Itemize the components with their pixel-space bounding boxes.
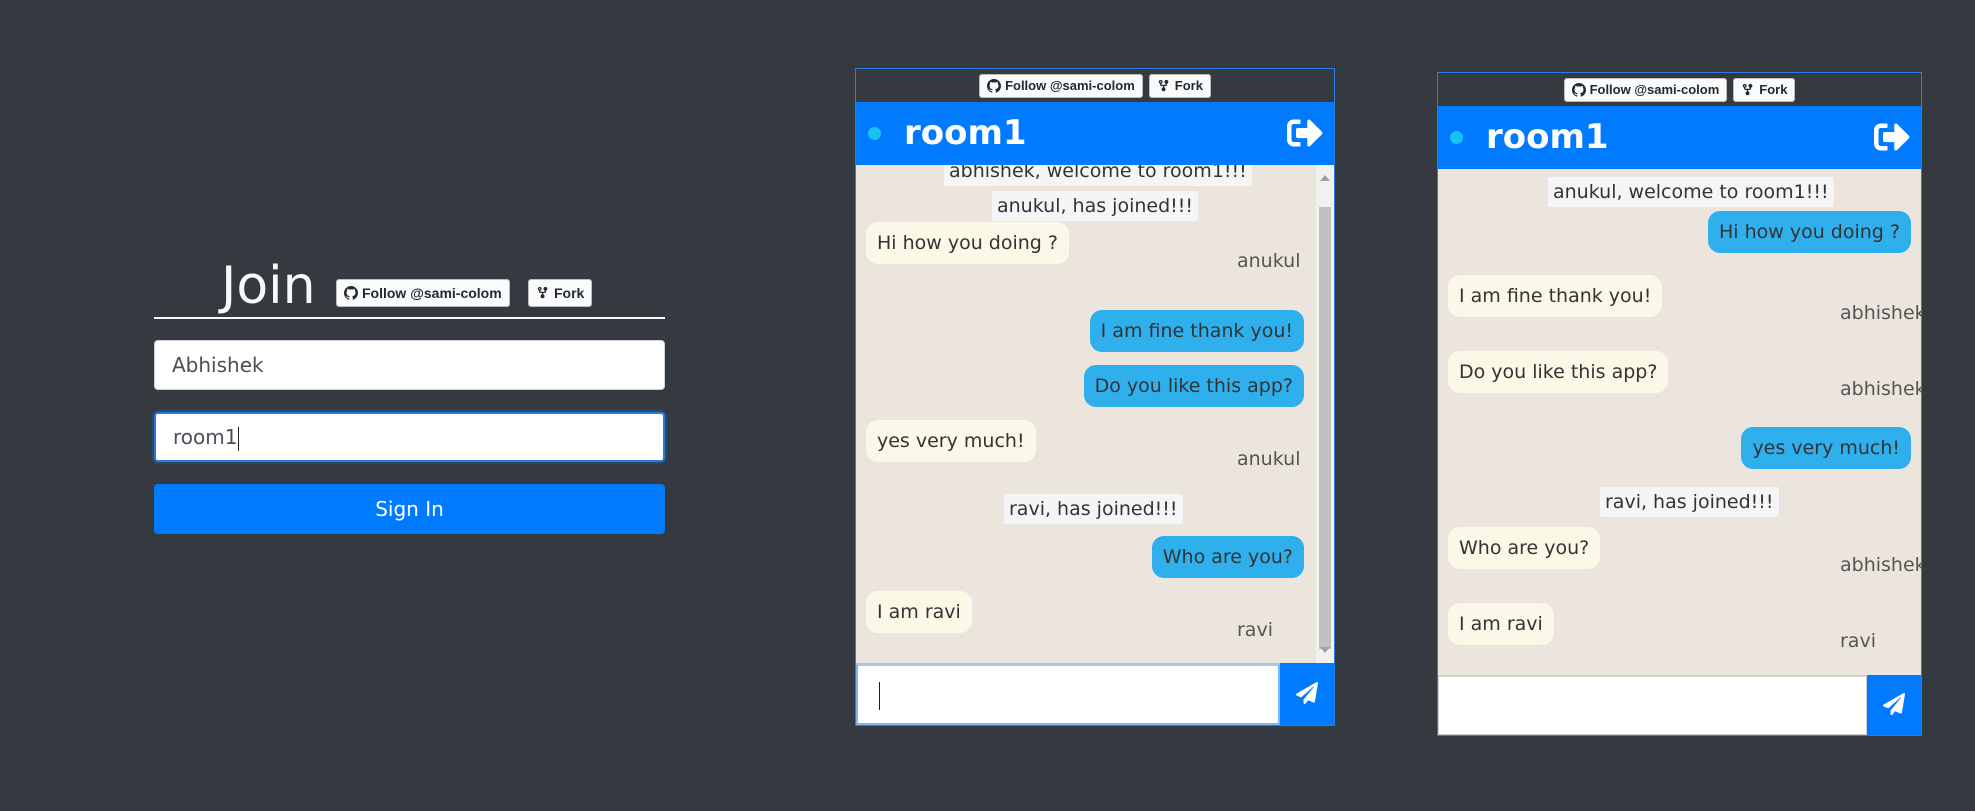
join-header: Join Follow @sami-colom Fork bbox=[154, 255, 665, 319]
sign-out-icon[interactable] bbox=[1286, 115, 1324, 151]
chat-header: room1 bbox=[856, 102, 1334, 165]
sent-message: yes very much! bbox=[1741, 427, 1911, 469]
sign-out-icon[interactable] bbox=[1873, 119, 1911, 155]
message-composer bbox=[1438, 675, 1921, 735]
github-buttons-bar: Follow @sami-colom Fork bbox=[856, 69, 1334, 102]
message-list[interactable]: anukul, welcome to room1!!! Hi how you d… bbox=[1438, 169, 1921, 675]
github-fork-button[interactable]: Fork bbox=[1148, 73, 1211, 98]
github-follow-label: Follow @sami-colom bbox=[1005, 78, 1135, 93]
github-fork-label: Fork bbox=[1759, 82, 1788, 97]
message-input[interactable] bbox=[856, 663, 1280, 725]
chat-window-1: Follow @sami-colom Fork room1 abhishek, … bbox=[855, 68, 1335, 726]
sent-message: I am fine thank you! bbox=[1089, 310, 1304, 352]
received-message: I am ravi bbox=[1448, 603, 1554, 645]
fork-icon bbox=[1158, 79, 1169, 91]
sent-message: Hi how you doing ? bbox=[1708, 211, 1911, 253]
message-input[interactable] bbox=[1438, 675, 1867, 735]
room-input[interactable]: room1 bbox=[154, 412, 665, 462]
scroll-thumb[interactable] bbox=[1319, 207, 1331, 649]
github-follow-button[interactable]: Follow @sami-colom bbox=[979, 73, 1143, 98]
received-message: yes very much! bbox=[866, 420, 1036, 462]
sign-in-button[interactable]: Sign In bbox=[154, 484, 665, 534]
chat-header: room1 bbox=[1438, 106, 1921, 169]
room-name: room1 bbox=[904, 113, 1027, 153]
send-button[interactable] bbox=[1280, 663, 1334, 725]
send-button[interactable] bbox=[1867, 675, 1921, 735]
join-title: Join bbox=[221, 256, 316, 316]
fork-icon bbox=[537, 286, 548, 299]
system-notice: ravi, has joined!!! bbox=[1600, 487, 1779, 517]
sent-message: Do you like this app? bbox=[1083, 365, 1304, 407]
github-follow-label: Follow @sami-colom bbox=[1589, 82, 1720, 97]
github-icon bbox=[1571, 82, 1586, 97]
chat-window-2: Follow @sami-colom Fork room1 anukul, we… bbox=[1437, 72, 1922, 736]
github-icon bbox=[987, 78, 1002, 93]
message-sender: ravi bbox=[1840, 630, 1876, 652]
github-fork-label: Fork bbox=[554, 285, 585, 301]
message-sender: abhishek bbox=[1840, 302, 1921, 324]
online-icon bbox=[1450, 131, 1463, 144]
room-name: room1 bbox=[1486, 117, 1609, 157]
scroll-down-arrow-icon[interactable] bbox=[1320, 647, 1330, 653]
github-follow-button[interactable]: Follow @sami-colom bbox=[1563, 77, 1728, 102]
github-icon bbox=[344, 286, 358, 300]
room-input-value: room1 bbox=[173, 425, 238, 449]
message-sender: abhishek bbox=[1840, 554, 1921, 576]
message-sender: abhishek bbox=[1840, 378, 1921, 400]
received-message: I am ravi bbox=[866, 591, 972, 633]
github-fork-label: Fork bbox=[1174, 78, 1203, 93]
scroll-up-arrow-icon[interactable] bbox=[1320, 175, 1330, 181]
system-notice: anukul, welcome to room1!!! bbox=[1548, 177, 1834, 207]
received-message: Hi how you doing ? bbox=[866, 222, 1069, 264]
join-form: Join Follow @sami-colom Fork Abhishek ro… bbox=[154, 255, 665, 534]
message-list[interactable]: abhishek, welcome to room1!!! anukul, ha… bbox=[856, 165, 1334, 663]
sent-message: Who are you? bbox=[1151, 536, 1304, 578]
message-composer bbox=[856, 663, 1334, 725]
scrollbar[interactable] bbox=[1316, 165, 1334, 663]
received-message: Who are you? bbox=[1448, 527, 1601, 569]
message-sender: anukul bbox=[1237, 250, 1301, 272]
fork-icon bbox=[1743, 83, 1753, 95]
system-notice: abhishek, welcome to room1!!! bbox=[944, 165, 1252, 186]
system-notice: ravi, has joined!!! bbox=[1004, 494, 1183, 524]
message-sender: ravi bbox=[1237, 619, 1273, 641]
online-icon bbox=[868, 127, 881, 140]
paper-plane-icon bbox=[1883, 692, 1905, 715]
system-notice: anukul, has joined!!! bbox=[992, 191, 1198, 221]
github-follow-label: Follow @sami-colom bbox=[362, 285, 502, 301]
github-fork-button[interactable]: Fork bbox=[1733, 77, 1796, 102]
github-buttons-bar: Follow @sami-colom Fork bbox=[1438, 73, 1921, 106]
received-message: Do you like this app? bbox=[1448, 351, 1669, 393]
message-sender: anukul bbox=[1237, 448, 1301, 470]
received-message: I am fine thank you! bbox=[1448, 275, 1663, 317]
github-fork-button[interactable]: Fork bbox=[528, 279, 593, 307]
text-caret bbox=[879, 682, 880, 710]
text-caret bbox=[238, 426, 240, 451]
github-follow-button[interactable]: Follow @sami-colom bbox=[336, 279, 510, 307]
paper-plane-icon bbox=[1296, 681, 1318, 704]
name-input[interactable]: Abhishek bbox=[154, 340, 665, 390]
